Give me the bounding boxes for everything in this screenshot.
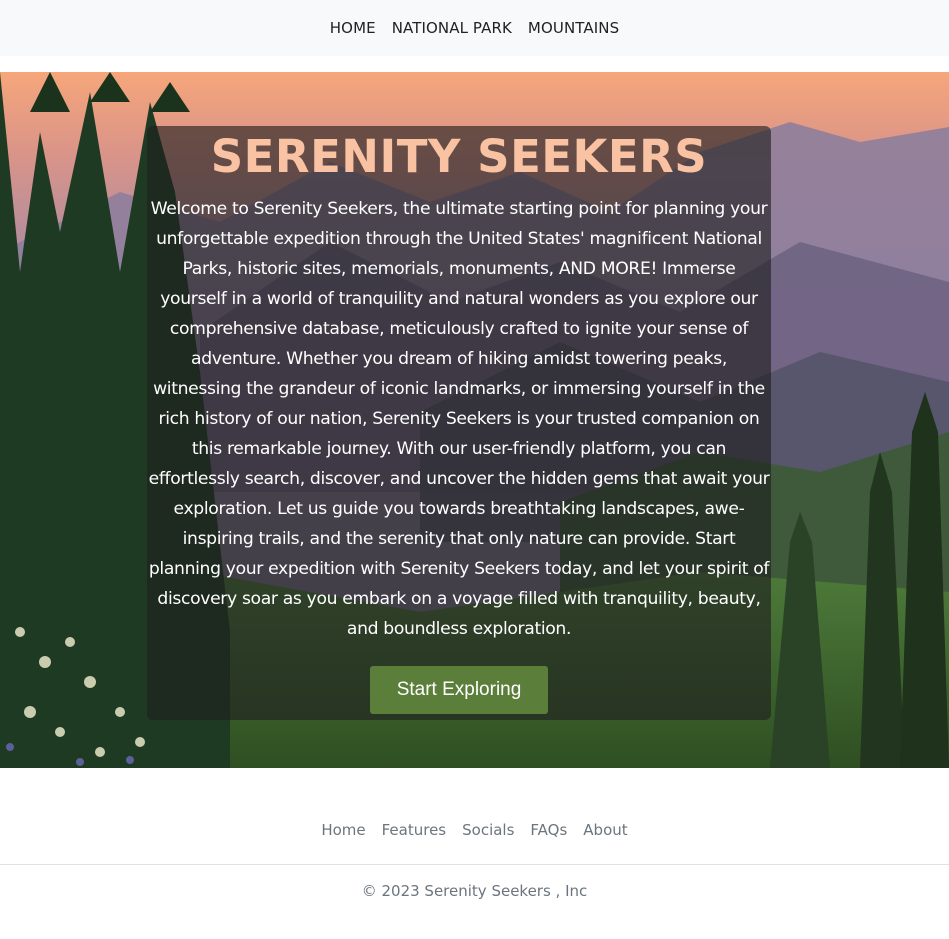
nav-link-home[interactable]: HOME bbox=[330, 19, 376, 37]
copyright-text: © 2023 Serenity Seekers , Inc bbox=[361, 882, 588, 900]
footer-link-features[interactable]: Features bbox=[382, 821, 447, 839]
start-exploring-button[interactable]: Start Exploring bbox=[370, 666, 548, 714]
top-navbar: HOME NATIONAL PARK MOUNTAINS bbox=[0, 0, 949, 56]
footer-nav: Home Features Socials FAQs About bbox=[0, 812, 949, 848]
footer-divider bbox=[0, 864, 949, 865]
footer-link-about[interactable]: About bbox=[583, 821, 627, 839]
hero-title: SERENITY SEEKERS bbox=[210, 130, 708, 183]
hero-description: Welcome to Serenity Seekers, the ultimat… bbox=[148, 199, 770, 639]
nav-link-mountains[interactable]: MOUNTAINS bbox=[528, 19, 619, 37]
hero-section: SERENITY SEEKERS Welcome to Serenity See… bbox=[0, 72, 949, 768]
footer-link-home[interactable]: Home bbox=[321, 821, 365, 839]
footer-link-socials[interactable]: Socials bbox=[462, 821, 514, 839]
footer-link-faqs[interactable]: FAQs bbox=[530, 821, 567, 839]
nav-link-national-park[interactable]: NATIONAL PARK bbox=[392, 19, 512, 37]
hero-text-panel: SERENITY SEEKERS Welcome to Serenity See… bbox=[147, 126, 771, 720]
